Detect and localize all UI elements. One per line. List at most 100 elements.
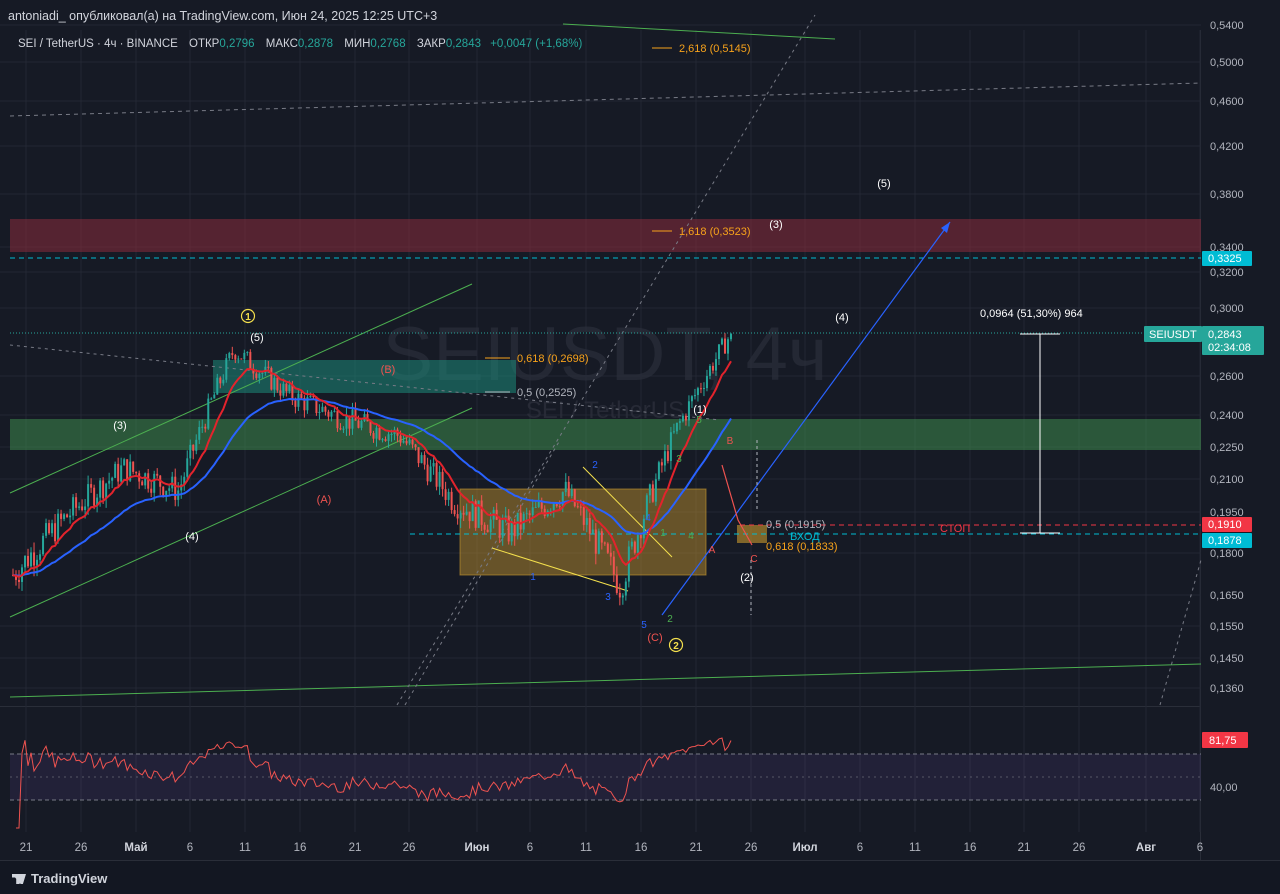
candle-body[interactable] — [108, 480, 111, 484]
candle-body[interactable] — [378, 427, 381, 440]
candle-body[interactable] — [204, 426, 207, 429]
candle-body[interactable] — [141, 481, 144, 486]
candle-body[interactable] — [69, 515, 72, 518]
candle-body[interactable] — [528, 513, 531, 516]
candle-body[interactable] — [564, 481, 567, 493]
candle-body[interactable] — [105, 483, 108, 499]
candle-body[interactable] — [630, 541, 633, 547]
candle-body[interactable] — [537, 501, 540, 507]
candle-body[interactable] — [102, 480, 105, 499]
candle-body[interactable] — [285, 383, 288, 392]
candle-body[interactable] — [663, 451, 666, 466]
candle-body[interactable] — [192, 444, 195, 451]
candle-body[interactable] — [594, 529, 597, 554]
candle-body[interactable] — [501, 520, 504, 538]
candle-body[interactable] — [54, 523, 57, 542]
candle-body[interactable] — [342, 428, 345, 430]
candle-body[interactable] — [423, 455, 426, 465]
candle-body[interactable] — [240, 358, 243, 360]
candle-body[interactable] — [510, 521, 513, 542]
candle-body[interactable] — [237, 358, 240, 360]
candle-body[interactable] — [228, 353, 231, 359]
candle-body[interactable] — [261, 372, 264, 374]
candle-body[interactable] — [675, 422, 678, 432]
candle-body[interactable] — [444, 489, 447, 500]
candle-body[interactable] — [57, 513, 60, 542]
candle-body[interactable] — [66, 514, 69, 518]
candle-body[interactable] — [435, 463, 438, 487]
candle-body[interactable] — [45, 523, 48, 536]
candle-body[interactable] — [483, 524, 486, 530]
candle-body[interactable] — [576, 506, 579, 508]
tradingview-logo[interactable]: TradingView — [12, 871, 107, 886]
candle-body[interactable] — [480, 500, 483, 525]
candle-body[interactable] — [639, 535, 642, 539]
candle-body[interactable] — [711, 365, 714, 371]
candle-body[interactable] — [75, 497, 78, 508]
candle-body[interactable] — [432, 463, 435, 467]
candle-body[interactable] — [336, 410, 339, 429]
candle-body[interactable] — [345, 415, 348, 429]
candle-body[interactable] — [405, 440, 408, 444]
candle-body[interactable] — [93, 487, 96, 506]
candle-body[interactable] — [48, 523, 51, 534]
candle-body[interactable] — [99, 480, 102, 498]
candle-body[interactable] — [489, 519, 492, 533]
candle-body[interactable] — [270, 367, 273, 390]
candle-body[interactable] — [516, 512, 519, 537]
candle-body[interactable] — [288, 385, 291, 392]
candle-body[interactable] — [648, 484, 651, 496]
candle-body[interactable] — [390, 433, 393, 435]
candle-body[interactable] — [651, 484, 654, 502]
candle-body[interactable] — [279, 390, 282, 396]
candle-body[interactable] — [78, 506, 81, 508]
candle-body[interactable] — [144, 473, 147, 486]
candle-body[interactable] — [438, 471, 441, 487]
candle-body[interactable] — [507, 515, 510, 542]
candle-body[interactable] — [633, 541, 636, 553]
candle-body[interactable] — [174, 476, 177, 500]
candle-body[interactable] — [327, 411, 330, 417]
candle-body[interactable] — [612, 556, 615, 575]
candle-body[interactable] — [225, 358, 228, 380]
candle-body[interactable] — [111, 477, 114, 481]
candle-body[interactable] — [36, 559, 39, 566]
candle-body[interactable] — [540, 501, 543, 509]
candle-body[interactable] — [714, 359, 717, 371]
candle-body[interactable] — [189, 444, 192, 459]
candle-body[interactable] — [222, 379, 225, 384]
candle-body[interactable] — [120, 465, 123, 482]
candle-body[interactable] — [621, 595, 624, 598]
candle-body[interactable] — [153, 473, 156, 493]
candle-body[interactable] — [699, 388, 702, 390]
candle-body[interactable] — [399, 435, 402, 443]
candle-body[interactable] — [246, 351, 249, 353]
candle-body[interactable] — [414, 444, 417, 448]
candle-body[interactable] — [243, 352, 246, 360]
candle-body[interactable] — [600, 531, 603, 543]
candle-body[interactable] — [375, 427, 378, 439]
candle-body[interactable] — [579, 506, 582, 508]
candle-body[interactable] — [573, 489, 576, 507]
candle-body[interactable] — [465, 511, 468, 515]
candle-body[interactable] — [72, 497, 75, 516]
candle-body[interactable] — [486, 529, 489, 533]
candle-body[interactable] — [468, 511, 471, 522]
candle-body[interactable] — [381, 439, 384, 441]
candle-body[interactable] — [234, 355, 237, 360]
candle-body[interactable] — [708, 365, 711, 376]
candle-body[interactable] — [717, 344, 720, 360]
candle-body[interactable] — [462, 512, 465, 515]
candle-body[interactable] — [702, 388, 705, 390]
candle-body[interactable] — [300, 393, 303, 399]
candle-body[interactable] — [39, 554, 42, 560]
candle-body[interactable] — [372, 433, 375, 439]
candle-body[interactable] — [117, 463, 120, 482]
candle-body[interactable] — [531, 507, 534, 516]
candle-body[interactable] — [219, 377, 222, 384]
candle-body[interactable] — [705, 375, 708, 389]
candle-body[interactable] — [690, 396, 693, 402]
candle-body[interactable] — [453, 510, 456, 515]
candle-body[interactable] — [669, 432, 672, 461]
candle-body[interactable] — [42, 535, 45, 555]
